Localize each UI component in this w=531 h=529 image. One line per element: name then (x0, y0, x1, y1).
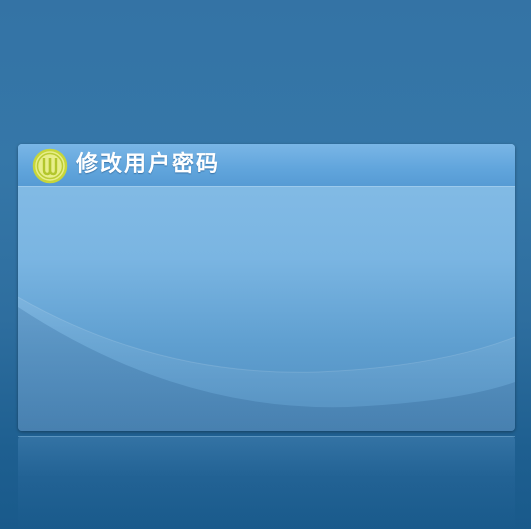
panel-body (18, 187, 515, 431)
decorative-waves (18, 296, 515, 431)
panel-reflection (18, 436, 515, 529)
panel-header: 修改用户密码 (18, 144, 515, 187)
company-logo-icon (32, 148, 68, 184)
change-password-panel: 修改用户密码 (18, 144, 515, 431)
dialog-title: 修改用户密码 (76, 152, 221, 177)
